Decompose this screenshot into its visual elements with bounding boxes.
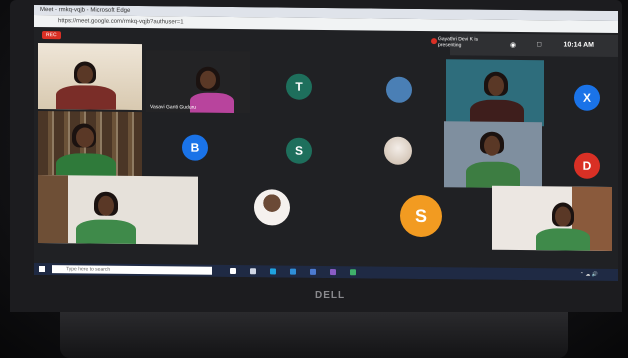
- avatar-letter: D: [582, 158, 592, 173]
- participant-face: [98, 195, 114, 216]
- participant-avatar-photo-2[interactable]: [384, 136, 412, 165]
- participant-face: [555, 206, 571, 227]
- windows-start-icon[interactable]: [39, 265, 45, 273]
- laptop-screen: Meet - rmkq-vqjb - Microsoft Edge https:…: [34, 4, 618, 282]
- taskbar-search-input[interactable]: Type here to search: [52, 265, 212, 275]
- app-icon[interactable]: [330, 269, 336, 276]
- participant-body: [76, 219, 136, 245]
- task-view-icon[interactable]: [230, 267, 236, 275]
- participant-avatar-b[interactable]: B: [182, 134, 208, 161]
- participant-avatar-x[interactable]: X: [574, 84, 600, 111]
- participant-face: [484, 135, 500, 156]
- video-tile-6[interactable]: [444, 121, 542, 189]
- participant-avatar-photo-1[interactable]: [386, 76, 412, 103]
- participant-face: [200, 70, 216, 89]
- system-tray[interactable]: ⌃ ☁ 🔊: [580, 272, 598, 278]
- presenter-label: Gayathri Devi K is presenting: [438, 36, 479, 49]
- participant-avatar-t[interactable]: T: [286, 73, 312, 100]
- participant-face: [76, 127, 94, 148]
- edge-browser-icon[interactable]: [270, 268, 276, 275]
- video-tile-2[interactable]: Vasavi Ganti Guduru: [146, 50, 250, 114]
- presenting-icon: [431, 38, 437, 45]
- video-tile-4[interactable]: [38, 174, 198, 245]
- file-explorer-icon[interactable]: [250, 268, 256, 275]
- door-background: [38, 174, 68, 244]
- participant-avatar-photo-3[interactable]: [254, 189, 290, 226]
- avatar-letter: T: [295, 79, 303, 94]
- meeting-clock: 10:14 AM: [563, 41, 594, 49]
- participant-name: Vasavi Ganti Guduru: [150, 104, 197, 111]
- participant-body: [190, 92, 234, 114]
- recording-badge: REC: [42, 31, 61, 40]
- participant-avatar-s-active[interactable]: S: [400, 194, 442, 238]
- participant-body: [466, 161, 520, 189]
- avatar-letter: B: [190, 140, 200, 155]
- avatar-letter: X: [582, 90, 591, 105]
- laptop-brand-logo: DELL: [315, 290, 346, 301]
- participant-body: [56, 85, 116, 110]
- video-tile-3[interactable]: [38, 110, 142, 181]
- video-tile-1[interactable]: [38, 42, 142, 111]
- participant-body: [536, 228, 590, 251]
- video-tile-7[interactable]: [492, 185, 612, 251]
- avatar-letter: S: [414, 205, 427, 226]
- meet-app-icon[interactable]: [350, 269, 356, 276]
- laptop-hinge: [60, 312, 568, 358]
- participants-icon[interactable]: ◉: [510, 41, 516, 49]
- participant-face: [488, 75, 504, 96]
- participant-avatar-d[interactable]: D: [574, 152, 600, 179]
- avatar-letter: S: [294, 143, 303, 158]
- participant-face: [77, 65, 93, 84]
- chat-icon[interactable]: □: [537, 41, 541, 48]
- photo-scene: Meet - rmkq-vqjb - Microsoft Edge https:…: [0, 0, 628, 358]
- store-icon[interactable]: [290, 268, 296, 275]
- participant-avatar-s[interactable]: S: [286, 137, 312, 164]
- video-tile-5[interactable]: [446, 59, 544, 127]
- mail-icon[interactable]: [310, 268, 316, 275]
